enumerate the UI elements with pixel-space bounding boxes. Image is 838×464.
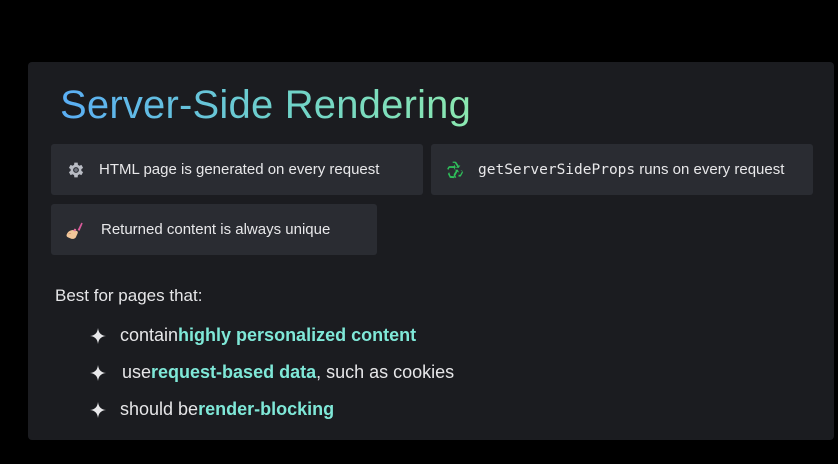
list-item: use request-based data, such as cookies (90, 362, 454, 383)
highlight-text: render-blocking (198, 399, 335, 419)
feature-card-text: HTML page is generated on every request (99, 161, 380, 178)
recycle-icon (444, 159, 466, 181)
sparkle-icon (90, 327, 106, 344)
sparkle-icon (90, 364, 106, 381)
gear-icon (65, 159, 87, 181)
feature-card-text: getServerSideProps runs on every request (478, 161, 785, 178)
nail-polish-icon (63, 219, 85, 241)
feature-card-html-generated: HTML page is generated on every request (51, 144, 423, 195)
feature-card-text: Returned content is always unique (101, 221, 331, 238)
list-item: should be render-blocking (90, 399, 334, 420)
best-for-heading: Best for pages that: (55, 286, 203, 305)
sparkle-icon (90, 401, 106, 418)
list-item: contain highly personalized content (90, 325, 416, 346)
feature-card-unique-content: Returned content is always unique (51, 204, 377, 255)
code-identifier: getServerSideProps (478, 162, 636, 178)
feature-card-getserversideprops: getServerSideProps runs on every request (431, 144, 813, 195)
slide-title: Server-Side Rendering (60, 80, 471, 130)
highlight-text: request-based data (151, 362, 317, 382)
highlight-text: highly personalized content (178, 325, 417, 345)
